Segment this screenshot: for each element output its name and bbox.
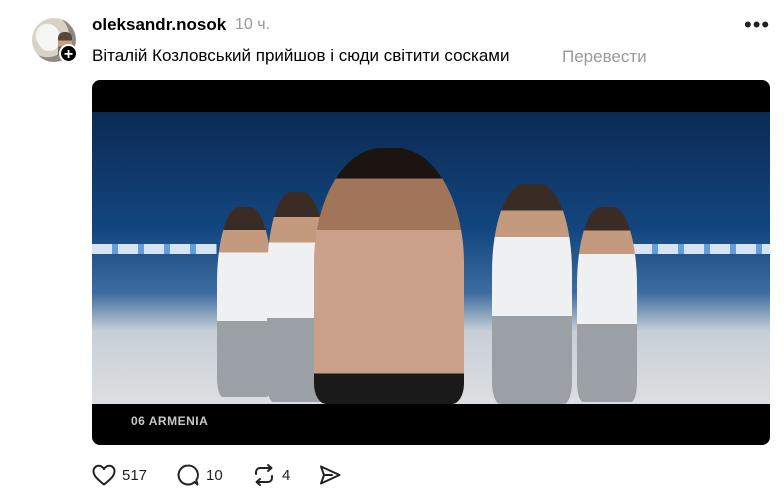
post-text: Віталій Козловський прийшов і сюди світи…: [92, 46, 510, 65]
translate-link[interactable]: Перевести: [562, 47, 647, 67]
avatar-dog-image: [38, 25, 60, 51]
repost-count: 4: [282, 466, 291, 484]
video-frame: [92, 112, 770, 404]
repost-button[interactable]: 4: [252, 462, 290, 488]
username[interactable]: oleksandr.nosok: [92, 15, 226, 35]
dancer-figure: [577, 207, 637, 402]
dancer-figure: [217, 207, 272, 397]
heart-icon: [92, 464, 116, 486]
comment-icon: [177, 464, 199, 486]
dancer-figure: [492, 184, 572, 404]
stage-lights-left: [92, 244, 217, 254]
comment-count: 10: [206, 466, 223, 484]
lead-performer: [314, 148, 464, 404]
more-icon[interactable]: •••: [744, 12, 770, 38]
video-player[interactable]: 06 ARMENIA: [92, 80, 770, 445]
repost-icon: [255, 464, 273, 486]
share-icon: [320, 465, 341, 485]
like-count: 517: [122, 466, 148, 484]
share-button[interactable]: [318, 462, 342, 488]
video-caption: 06 ARMENIA: [131, 414, 209, 428]
comment-button[interactable]: 10: [176, 462, 223, 488]
like-button[interactable]: 517: [92, 462, 147, 488]
stage-lights-right: [632, 244, 770, 254]
post-time[interactable]: 10 ч.: [235, 16, 270, 34]
follow-plus-icon[interactable]: +: [59, 44, 78, 63]
